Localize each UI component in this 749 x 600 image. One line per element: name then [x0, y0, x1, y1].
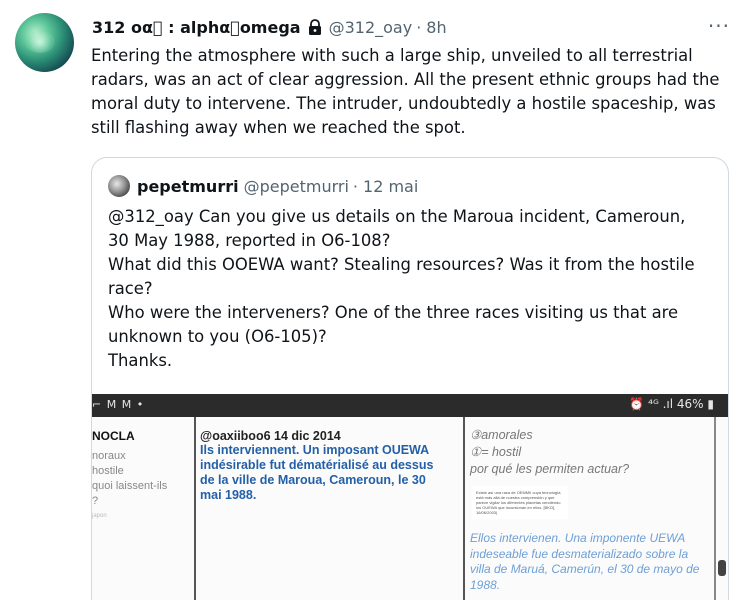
- display-name[interactable]: 312 ᴏα⃝ : alphα⃝omega: [92, 18, 301, 37]
- doc-column-right: ③amorales ①= hostil por qué les permiten…: [470, 427, 708, 593]
- column-divider: [463, 417, 465, 600]
- col3-translation: Ellos intervienen. Una imponente UEWA in…: [470, 531, 700, 592]
- quoted-text-line: race?: [108, 279, 153, 298]
- col3-line: por qué les permiten actuar?: [470, 462, 630, 476]
- quoted-text-line: What did this OOEWA want? Stealing resou…: [108, 255, 695, 274]
- col1-heading: NOCLA: [92, 429, 135, 443]
- col1-line: quoi laissent-ils: [92, 480, 168, 492]
- quoted-text-line: 30 May 1988, reported in O6-108?: [108, 231, 391, 250]
- col2-heading: @oaxiiboo6 14 dic 2014: [200, 429, 341, 443]
- timestamp[interactable]: 8h: [426, 18, 446, 37]
- col2-body: Ils interviennent. Un imposant OUEWA ind…: [200, 443, 434, 502]
- phone-status-bar: ⌐ M M • ⏰ ⁴ᴳ .ıl 46% ▮: [92, 394, 728, 417]
- doc-column-left: NOCLA noraux hostile quoi laissent-ils ?…: [92, 429, 190, 519]
- column-divider: [194, 417, 196, 600]
- col3-small-note: Existe así una raza de OEMMII cuya tecno…: [472, 486, 568, 519]
- document-table: NOCLA noraux hostile quoi laissent-ils ?…: [92, 417, 728, 600]
- quoted-text-line: Thanks.: [108, 351, 173, 370]
- quoted-tweet-text: @312_oay Can you give us details on the …: [108, 205, 718, 373]
- separator-dot: ·: [352, 176, 359, 196]
- col1-line: hostile: [92, 465, 124, 477]
- separator-dot: ·: [416, 17, 422, 37]
- col3-line: ③amorales: [470, 428, 533, 442]
- lock-icon: [306, 18, 324, 36]
- status-right-icons: ⏰ ⁴ᴳ .ıl 46% ▮: [629, 397, 714, 411]
- column-divider: [714, 417, 716, 600]
- quoted-tweet[interactable]: pepetmurri @pepetmurri · 12 mai @312_oay…: [91, 157, 729, 600]
- quoted-display-name[interactable]: pepetmurri: [137, 177, 239, 196]
- tweet[interactable]: 312 ᴏα⃝ : alphα⃝omega @312_oay · 8h ··· …: [0, 0, 749, 600]
- scroll-handle[interactable]: [718, 560, 726, 576]
- attached-screenshot[interactable]: ⌐ M M • ⏰ ⁴ᴳ .ıl 46% ▮ NOCLA noraux host…: [92, 394, 728, 600]
- quoted-tweet-header: pepetmurri @pepetmurri · 12 mai: [108, 175, 418, 197]
- quoted-text-line: unknown to you (O6-105)?: [108, 327, 327, 346]
- quoted-avatar[interactable]: [108, 175, 130, 197]
- quoted-text-line: Who were the interveners? One of the thr…: [108, 303, 679, 322]
- doc-column-middle: @oaxiiboo6 14 dic 2014 Ils interviennent…: [200, 429, 450, 503]
- quoted-timestamp[interactable]: 12 mai: [363, 177, 418, 196]
- avatar[interactable]: [15, 13, 74, 72]
- col3-line: ①= hostil: [470, 445, 522, 459]
- more-icon[interactable]: ···: [708, 14, 730, 38]
- quoted-handle[interactable]: @pepetmurri: [244, 177, 349, 196]
- user-handle[interactable]: @312_oay: [329, 18, 413, 37]
- col1-line: noraux: [92, 450, 126, 462]
- quoted-text-line: @312_oay Can you give us details on the …: [108, 207, 686, 226]
- tweet-header: 312 ᴏα⃝ : alphα⃝omega @312_oay · 8h ···: [92, 14, 732, 40]
- status-left-icons: ⌐ M M •: [92, 398, 145, 411]
- tweet-text: Entering the atmosphere with such a larg…: [91, 46, 720, 137]
- col1-line: ?: [92, 495, 99, 507]
- col1-tiny: japon: [92, 513, 107, 519]
